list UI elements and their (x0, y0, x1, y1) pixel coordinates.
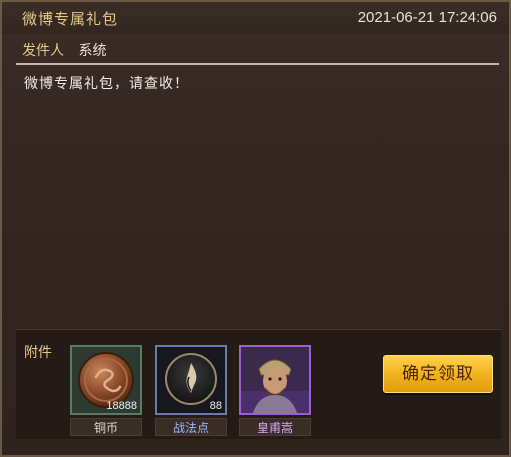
item-frame[interactable]: 88 (155, 345, 227, 415)
sender-row: 发件人 系统 (22, 40, 106, 62)
item-count: 18888 (106, 400, 137, 412)
general-portrait (241, 347, 309, 413)
item-frame[interactable] (239, 345, 311, 415)
divider (16, 63, 499, 65)
attachments-panel: 附件 18888 铜币 88 战法点 皇甫嵩 确定领取 (16, 329, 501, 439)
item-name: 战法点 (155, 418, 227, 436)
item-count: 88 (209, 400, 222, 412)
mail-panel: 微博专属礼包 2021-06-21 17:24:06 发件人 系统 微博专属礼包… (0, 0, 511, 457)
confirm-claim-button[interactable]: 确定领取 (383, 355, 493, 393)
attachment-item-copper[interactable]: 18888 铜币 (70, 345, 142, 436)
mail-date: 2021-06-21 17:24:06 (357, 9, 497, 26)
sender-value: 系统 (78, 43, 107, 59)
attachments-label: 附件 (24, 345, 52, 361)
attachment-item-tactic-point[interactable]: 88 战法点 (155, 345, 227, 436)
item-frame[interactable]: 18888 (70, 345, 142, 415)
mail-header: 微博专属礼包 2021-06-21 17:24:06 (2, 2, 509, 34)
item-name: 皇甫嵩 (239, 418, 311, 436)
attachment-item-general[interactable]: 皇甫嵩 (239, 345, 311, 436)
mail-body: 微博专属礼包，请查收！ (24, 76, 189, 92)
item-name: 铜币 (70, 418, 142, 436)
mail-title: 微博专属礼包 (22, 10, 119, 28)
sender-label: 发件人 (22, 43, 64, 59)
